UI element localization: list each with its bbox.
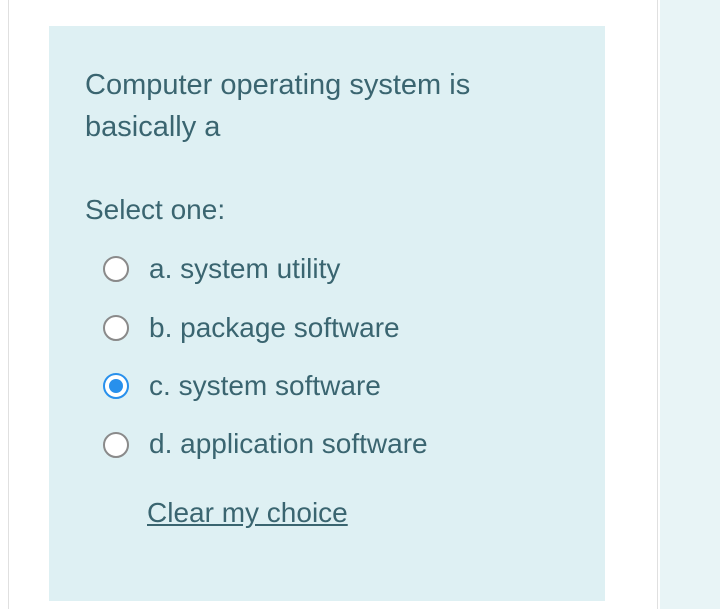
radio-icon[interactable] (103, 256, 129, 282)
option-label: a. system utility (149, 251, 340, 287)
select-one-instruction: Select one: (85, 190, 569, 229)
option-a[interactable]: a. system utility (103, 251, 569, 287)
clear-my-choice-link[interactable]: Clear my choice (147, 497, 348, 529)
option-d[interactable]: d. application software (103, 426, 569, 462)
main-frame: Computer operating system is basically a… (8, 0, 658, 609)
options-list: a. system utility b. package software c.… (85, 251, 569, 463)
radio-icon[interactable] (103, 432, 129, 458)
option-c[interactable]: c. system software (103, 368, 569, 404)
option-label: c. system software (149, 368, 381, 404)
option-label: b. package software (149, 310, 400, 346)
question-text: Computer operating system is basically a (85, 64, 569, 148)
option-b[interactable]: b. package software (103, 310, 569, 346)
radio-icon[interactable] (103, 315, 129, 341)
option-label: d. application software (149, 426, 428, 462)
right-sidebar-stub (660, 0, 720, 609)
question-card: Computer operating system is basically a… (49, 26, 605, 601)
radio-icon-selected[interactable] (103, 373, 129, 399)
